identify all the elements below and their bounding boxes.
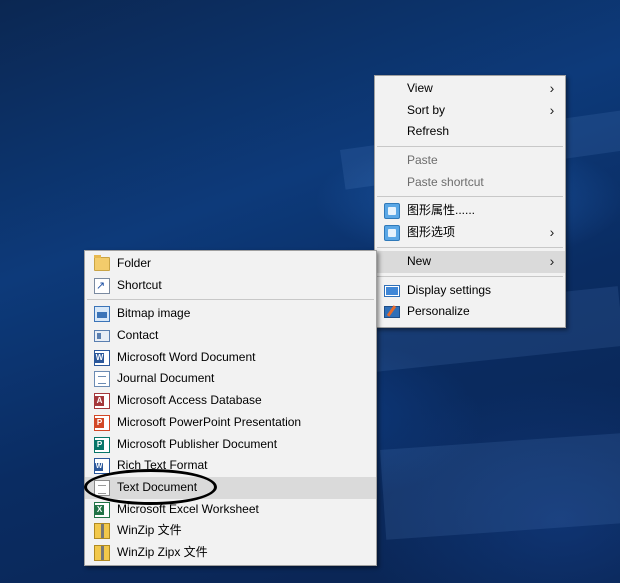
winzip-icon	[94, 544, 110, 561]
menu-separator	[377, 146, 563, 148]
new-item-word-document[interactable]: Microsoft Word Document	[85, 347, 376, 369]
menu-item-sort-by[interactable]: Sort by ›	[375, 100, 565, 122]
text-document-icon	[94, 479, 110, 496]
intel-graphics-icon	[384, 225, 400, 242]
desktop-context-menu: View › Sort by › Refresh Paste Paste sho…	[374, 75, 566, 328]
menu-item-label: WinZip 文件	[117, 523, 182, 538]
menu-item-label: Sort by	[407, 102, 446, 117]
menu-item-label: Paste shortcut	[407, 174, 484, 189]
new-item-text-document[interactable]: Text Document	[85, 476, 376, 499]
new-item-journal-document[interactable]: Journal Document	[85, 368, 376, 390]
light-beam	[380, 431, 620, 540]
chevron-right-icon: ›	[549, 224, 555, 241]
menu-item-display-settings[interactable]: Display settings	[375, 280, 565, 302]
powerpoint-icon	[94, 414, 110, 431]
menu-item-label: Journal Document	[117, 371, 215, 386]
word-icon	[94, 349, 110, 366]
menu-item-label: Microsoft Word Document	[117, 349, 256, 364]
menu-item-paste-shortcut[interactable]: Paste shortcut	[375, 172, 565, 194]
bitmap-icon	[94, 306, 110, 323]
menu-item-label: Microsoft Excel Worksheet	[117, 501, 259, 516]
menu-item-label: Text Document	[117, 479, 198, 494]
menu-item-label: 图形选项	[407, 225, 456, 240]
publisher-icon	[94, 436, 110, 453]
menu-item-label: Display settings	[407, 282, 492, 297]
menu-item-label: Refresh	[407, 124, 450, 139]
menu-separator	[87, 299, 374, 301]
menu-item-label: Paste	[407, 153, 438, 168]
new-item-contact[interactable]: Contact	[85, 325, 376, 347]
menu-item-label: Microsoft Publisher Document	[117, 436, 278, 451]
menu-separator	[377, 246, 563, 248]
new-item-shortcut[interactable]: Shortcut	[85, 275, 376, 297]
menu-item-new[interactable]: New ›	[375, 250, 565, 273]
personalize-icon	[384, 306, 400, 319]
menu-item-label: View	[407, 81, 433, 95]
folder-icon	[94, 255, 110, 271]
access-icon	[94, 393, 110, 410]
menu-item-label: Personalize	[407, 304, 470, 319]
menu-item-label: WinZip Zipx 文件	[117, 544, 208, 559]
new-item-publisher-document[interactable]: Microsoft Publisher Document	[85, 434, 376, 456]
menu-item-label: Contact	[117, 328, 159, 343]
intel-graphics-icon	[384, 203, 400, 220]
menu-item-label: New	[407, 253, 432, 268]
menu-item-refresh[interactable]: Refresh	[375, 121, 565, 143]
journal-icon	[94, 371, 110, 388]
menu-item-label: Microsoft PowerPoint Presentation	[117, 414, 302, 429]
menu-item-view[interactable]: View ›	[375, 78, 565, 100]
menu-item-label: Bitmap image	[117, 306, 191, 321]
chevron-right-icon: ›	[549, 101, 555, 118]
shortcut-icon	[94, 276, 110, 297]
new-item-winzip-zipx-file[interactable]: WinZip Zipx 文件	[85, 542, 376, 564]
menu-item-label: Folder	[117, 256, 152, 270]
excel-icon	[94, 501, 110, 518]
new-item-winzip-file[interactable]: WinZip 文件	[85, 520, 376, 542]
display-icon	[384, 284, 400, 297]
winzip-icon	[94, 523, 110, 540]
new-item-excel-worksheet[interactable]: Microsoft Excel Worksheet	[85, 499, 376, 521]
menu-item-label: Microsoft Access Database	[117, 393, 262, 408]
menu-separator	[377, 196, 563, 198]
new-item-bitmap-image[interactable]: Bitmap image	[85, 303, 376, 325]
chevron-right-icon: ›	[549, 252, 555, 269]
chevron-right-icon: ›	[549, 80, 555, 96]
rtf-icon	[94, 458, 110, 475]
menu-item-graphics-properties[interactable]: 图形属性......	[375, 200, 565, 222]
new-submenu: Folder Shortcut Bitmap image Contact Mic…	[84, 250, 377, 566]
menu-item-paste[interactable]: Paste	[375, 150, 565, 172]
menu-item-personalize[interactable]: Personalize	[375, 301, 565, 323]
new-item-powerpoint-presentation[interactable]: Microsoft PowerPoint Presentation	[85, 412, 376, 434]
menu-separator	[377, 275, 563, 277]
menu-item-label: Rich Text Format	[117, 458, 208, 473]
new-item-access-database[interactable]: Microsoft Access Database	[85, 390, 376, 412]
contact-icon	[94, 330, 110, 343]
menu-item-graphics-options[interactable]: 图形选项 ›	[375, 222, 565, 244]
menu-item-label: Shortcut	[117, 277, 162, 292]
menu-item-label: 图形属性......	[407, 203, 476, 218]
new-item-folder[interactable]: Folder	[85, 253, 376, 275]
new-item-rich-text-format[interactable]: Rich Text Format	[85, 455, 376, 477]
